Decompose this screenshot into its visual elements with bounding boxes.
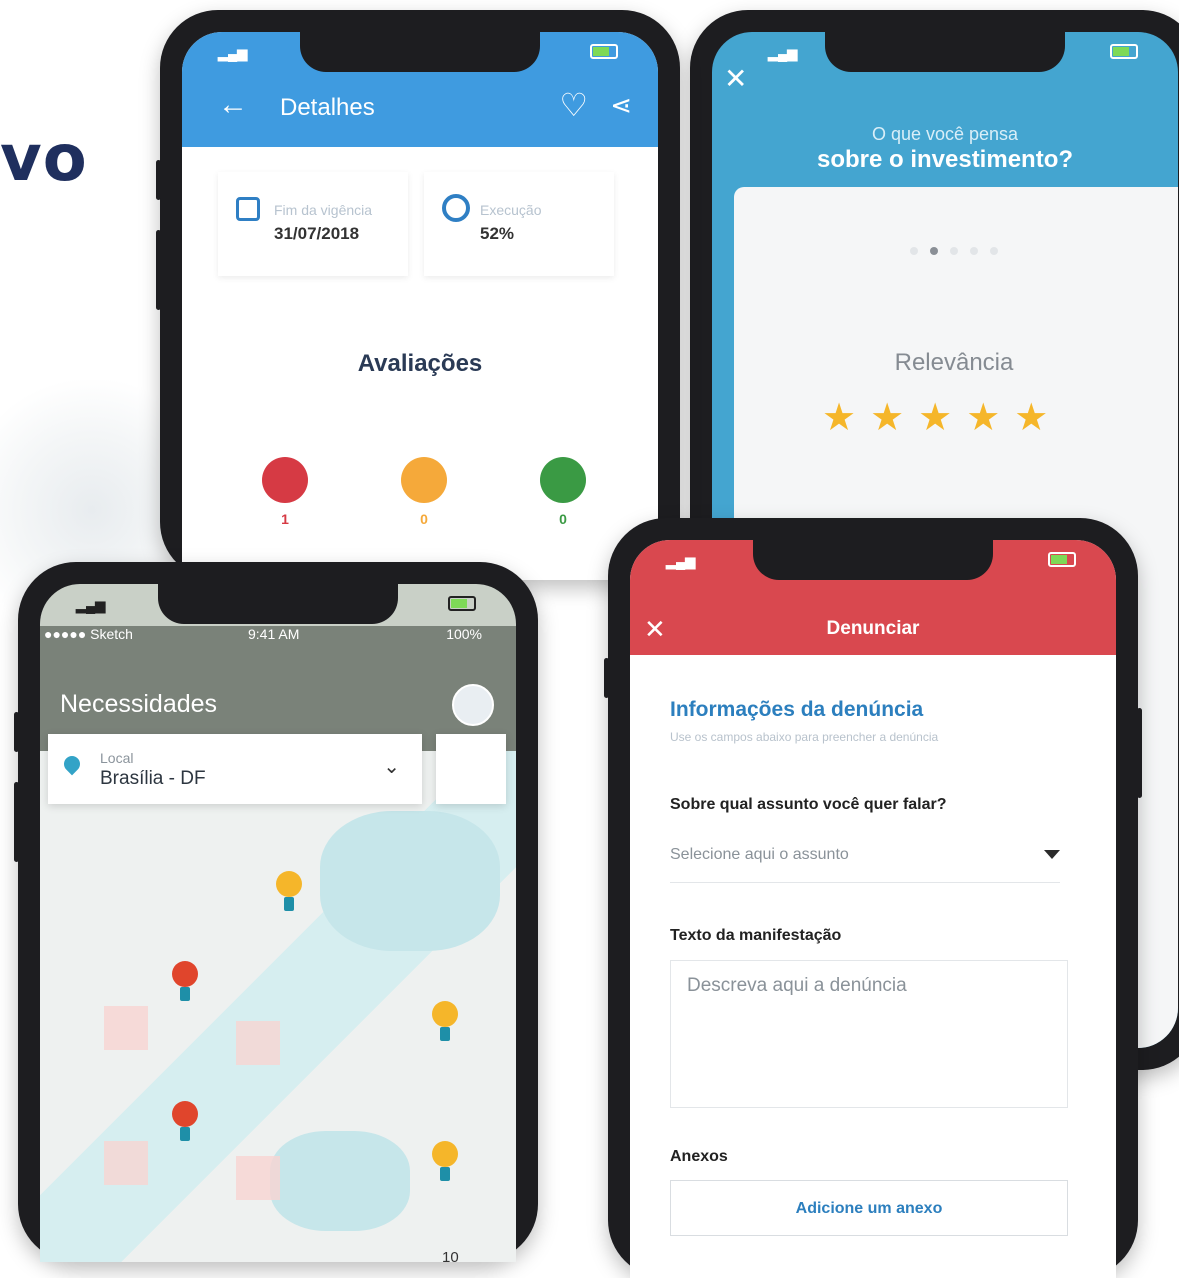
- location-label: Local: [100, 750, 134, 766]
- side-button: [156, 160, 161, 200]
- criterion-label: Relevância: [894, 349, 1014, 376]
- subject-label: Sobre qual assunto você quer falar?: [670, 796, 947, 813]
- list-view-button[interactable]: [436, 734, 506, 804]
- page-dot[interactable]: [970, 247, 978, 255]
- lightbulb-marker-icon[interactable]: [172, 1101, 198, 1141]
- page-title: Denunciar: [826, 618, 920, 639]
- heart-icon[interactable]: ♡: [559, 86, 588, 124]
- sad-count: 1: [281, 511, 289, 527]
- lightbulb-marker-icon[interactable]: [276, 871, 302, 911]
- subject-select[interactable]: Selecione aqui o assunto: [670, 846, 1060, 883]
- lightbulb-marker-icon[interactable]: [432, 1001, 458, 1041]
- side-button: [156, 230, 161, 310]
- phone-denunciar: ▂▄▆ ✕ Denunciar Informações da denúncia …: [604, 518, 1142, 1278]
- side-button: [1137, 708, 1142, 798]
- close-icon[interactable]: ✕: [724, 62, 747, 95]
- location-value: Brasília - DF: [100, 768, 206, 789]
- progress-ring-icon: [442, 194, 470, 222]
- map-area: [236, 1156, 280, 1200]
- happy-count: 0: [559, 511, 567, 527]
- page-dot[interactable]: [990, 247, 998, 255]
- page-dot-active[interactable]: [930, 247, 938, 255]
- side-button: [14, 782, 19, 862]
- battery-icon: [1048, 552, 1076, 567]
- notch: [753, 540, 993, 580]
- neutral-face-icon[interactable]: [401, 457, 447, 503]
- sad-face-icon[interactable]: [262, 457, 308, 503]
- page-title: Detalhes: [280, 94, 375, 121]
- map-area: [236, 1021, 280, 1065]
- battery-icon: [590, 44, 618, 59]
- battery-icon: [1110, 44, 1138, 59]
- section-title: Informações da denúncia: [670, 698, 924, 721]
- map-area: [104, 1006, 148, 1050]
- section-subtitle: Use os campos abaixo para preencher a de…: [670, 730, 939, 744]
- chevron-down-icon: ⌄: [383, 756, 400, 778]
- necessidades-screen: ▂▄▆ ●●●●● Sketch 9:41 AM 100% Necessidad…: [40, 584, 516, 1262]
- neutral-count: 0: [420, 511, 428, 527]
- dropdown-arrow-icon: [1044, 850, 1060, 859]
- page-dot[interactable]: [950, 247, 958, 255]
- lightbulb-marker-icon[interactable]: [432, 1141, 458, 1181]
- subject-placeholder: Selecione aqui o assunto: [670, 846, 849, 863]
- back-arrow-icon[interactable]: ←: [218, 88, 248, 122]
- side-button: [604, 658, 609, 698]
- battery-icon: [448, 596, 476, 611]
- detalhes-screen: ▂▄▆ ← Detalhes ♡ ⋖ Fim da vigência 31/07…: [182, 32, 658, 580]
- location-pin-icon: [60, 752, 84, 776]
- execution-card: Execução 52%: [424, 172, 614, 276]
- notch: [158, 584, 398, 624]
- signal-icon: ▂▄▆: [768, 46, 798, 61]
- execution-label: Execução: [480, 202, 542, 218]
- map[interactable]: 10: [40, 751, 516, 1262]
- carrier-label: ●●●●● Sketch: [44, 626, 133, 642]
- avatar[interactable]: [452, 684, 494, 726]
- clock-label: 9:41 AM: [248, 626, 300, 642]
- phone-necessidades: ▂▄▆ ●●●●● Sketch 9:41 AM 100% Necessidad…: [14, 562, 538, 1262]
- location-selector[interactable]: Local Brasília - DF ⌄: [48, 734, 422, 804]
- phone-detalhes: ▂▄▆ ← Detalhes ♡ ⋖ Fim da vigência 31/07…: [156, 10, 680, 580]
- complaint-textarea[interactable]: Descreva aqui a denúncia: [670, 960, 1068, 1108]
- battery-label: 100%: [446, 626, 482, 642]
- signal-icon: ▂▄▆: [218, 46, 248, 61]
- side-button: [14, 712, 19, 752]
- map-water: [270, 1131, 410, 1231]
- calendar-icon: [236, 197, 260, 221]
- map-water: [320, 811, 500, 951]
- survey-question-line1: O que você pensa: [871, 124, 1019, 144]
- add-attachment-button[interactable]: Adicione um anexo: [670, 1180, 1068, 1236]
- ratings-title: Avaliações: [357, 350, 483, 377]
- map-area: [104, 1141, 148, 1185]
- end-date-label: Fim da vigência: [274, 202, 373, 218]
- attachments-label: Anexos: [670, 1148, 728, 1165]
- text-label: Texto da manifestação: [670, 927, 842, 944]
- end-date-card: Fim da vigência 31/07/2018: [218, 172, 408, 276]
- end-date-value: 31/07/2018: [274, 224, 360, 243]
- lightbulb-marker-icon[interactable]: [172, 961, 198, 1001]
- cluster-count: 10: [442, 1249, 459, 1262]
- happy-face-icon[interactable]: [540, 457, 586, 503]
- signal-icon: ▂▄▆: [666, 554, 696, 569]
- execution-value: 52%: [480, 224, 515, 243]
- page-dot[interactable]: [910, 247, 918, 255]
- notch: [300, 32, 540, 72]
- survey-question-line2: sobre o investimento?: [816, 146, 1074, 173]
- notch: [825, 32, 1065, 72]
- hero-text: vo: [0, 122, 88, 196]
- share-icon[interactable]: ⋖: [610, 90, 632, 121]
- status-bar: ●●●●● Sketch 9:41 AM 100%: [40, 626, 516, 646]
- denunciar-screen: ▂▄▆ ✕ Denunciar Informações da denúncia …: [630, 540, 1116, 1278]
- page-title: Necessidades: [60, 690, 218, 718]
- pagination-dots: [904, 242, 1004, 260]
- star-rating[interactable]: ★★★★★: [822, 395, 1062, 440]
- signal-icon: ▂▄▆: [76, 598, 106, 613]
